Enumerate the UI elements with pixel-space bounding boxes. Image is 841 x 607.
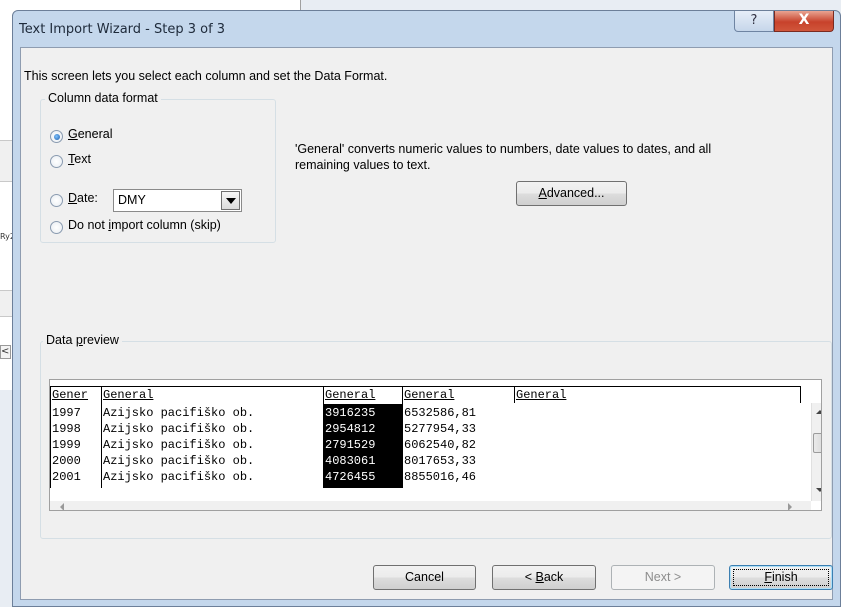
preview-cell: Azijsko pacifiško ob. (103, 422, 255, 436)
preview-cell: 2001 (52, 470, 81, 484)
scroll-down-icon[interactable] (816, 488, 821, 492)
preview-cell: 1997 (52, 406, 81, 420)
text-import-wizard-dialog: Text Import Wizard - Step 3 of 3 ? X Thi… (12, 10, 841, 607)
preview-column-header[interactable]: Gener (51, 387, 101, 403)
radio-text-label[interactable]: Text (68, 152, 91, 166)
column-divider (514, 386, 515, 403)
intro-text: This screen lets you select each column … (24, 69, 388, 83)
background-button-fragment: < (0, 345, 11, 359)
data-preview-legend: Data preview (43, 333, 122, 347)
next-button[interactable]: Next > (611, 565, 715, 590)
preview-column-header[interactable]: General (515, 387, 800, 403)
close-icon: X (798, 12, 810, 28)
preview-cell: 1999 (52, 438, 81, 452)
preview-cell: 5277954,33 (404, 422, 477, 436)
date-format-value: DMY (118, 193, 146, 207)
preview-cell: 1998 (52, 422, 81, 436)
radio-text[interactable] (50, 155, 63, 168)
radio-skip-label[interactable]: Do not import column (skip) (68, 218, 221, 232)
dialog-body: This screen lets you select each column … (20, 47, 833, 600)
chevron-down-icon[interactable] (221, 191, 240, 210)
preview-column-header[interactable]: General (102, 387, 323, 403)
finish-button[interactable]: Finish (729, 565, 833, 590)
preview-column-header[interactable]: General (403, 387, 514, 403)
scroll-thumb[interactable] (813, 433, 821, 453)
window-title: Text Import Wizard - Step 3 of 3 (19, 22, 226, 37)
radio-general-label[interactable]: General (68, 127, 112, 141)
preview-cell: Azijsko pacifiško ob. (103, 470, 255, 484)
preview-cell: 8017653,33 (404, 454, 477, 468)
preview-cell: 3916235 (325, 406, 376, 420)
format-description-line2: remaining values to text. (295, 158, 431, 172)
radio-date[interactable] (50, 194, 63, 207)
data-preview-grid[interactable]: Gener General General General General 1997 Azi… (49, 379, 822, 511)
date-format-select[interactable]: DMY (113, 189, 242, 212)
radio-general[interactable] (50, 130, 63, 143)
preview-cell: 6532586,81 (404, 406, 477, 420)
column-divider (800, 386, 801, 403)
back-button[interactable]: < Back (492, 565, 596, 590)
help-button[interactable]: ? (734, 11, 774, 32)
cancel-button[interactable]: Cancel (373, 565, 476, 590)
radio-date-label[interactable]: Date: (68, 191, 98, 205)
title-bar[interactable]: Text Import Wizard - Step 3 of 3 ? X (13, 11, 840, 47)
radio-skip[interactable] (50, 221, 63, 234)
close-button[interactable]: X (774, 11, 834, 32)
scroll-right-icon[interactable] (788, 503, 792, 510)
preview-cell: Azijsko pacifiško ob. (103, 438, 255, 452)
column-data-format-legend: Column data format (45, 91, 161, 105)
format-description-line1: 'General' converts numeric values to num… (295, 142, 712, 156)
horizontal-scrollbar[interactable] (50, 501, 811, 510)
advanced-button[interactable]: Advanced... (516, 181, 627, 206)
preview-cell: 6062540,82 (404, 438, 477, 452)
scroll-left-icon[interactable] (60, 503, 64, 510)
preview-cell: 2954812 (325, 422, 376, 436)
header-divider (50, 386, 800, 387)
preview-column-header[interactable]: General (324, 387, 402, 403)
preview-cell: 2791529 (325, 438, 376, 452)
preview-cell: 8855016,46 (404, 470, 477, 484)
preview-cell: Azijsko pacifiško ob. (103, 454, 255, 468)
vertical-scrollbar[interactable] (811, 403, 821, 501)
background-strip (0, 290, 12, 317)
scroll-up-icon[interactable] (816, 410, 821, 414)
background-strip (0, 140, 12, 182)
help-icon: ? (750, 13, 758, 28)
preview-cell: Azijsko pacifiško ob. (103, 406, 255, 420)
preview-cell: 2000 (52, 454, 81, 468)
preview-cell: 4726455 (325, 470, 376, 484)
preview-cell: 4083061 (325, 454, 376, 468)
